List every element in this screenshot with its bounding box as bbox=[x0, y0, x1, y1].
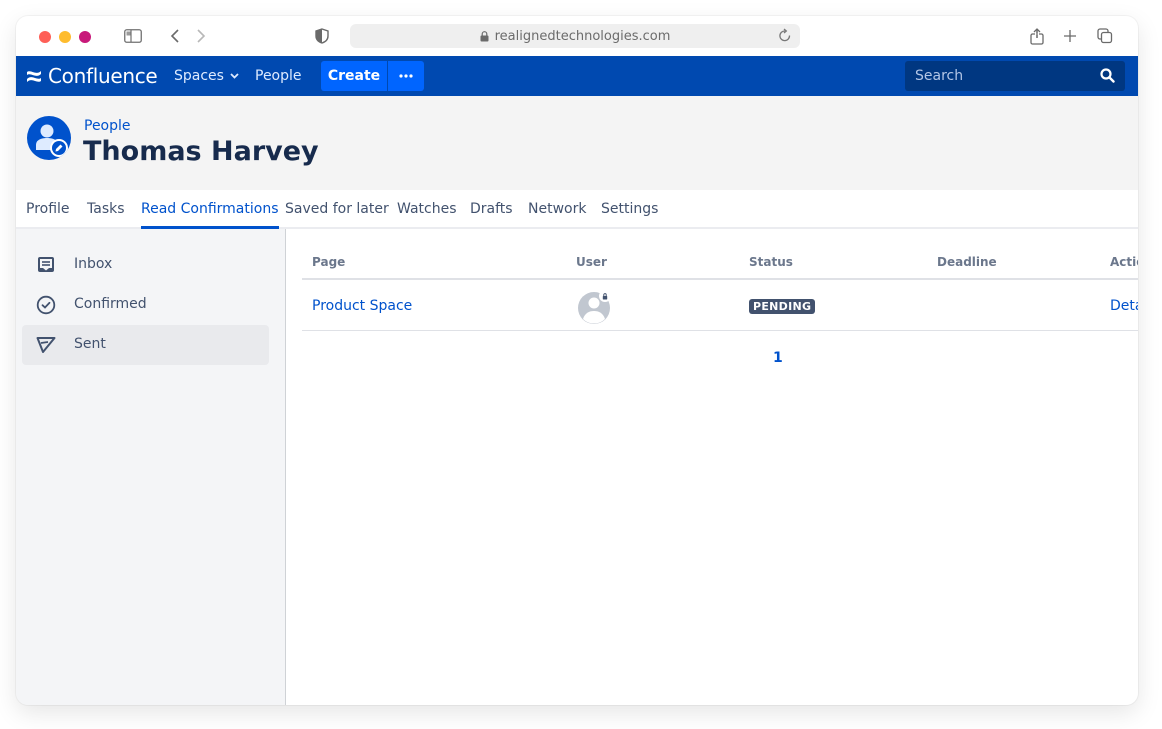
share-icon[interactable] bbox=[1030, 27, 1044, 45]
minimize-window-button[interactable] bbox=[59, 31, 71, 43]
url-text: realignedtechnologies.com bbox=[494, 28, 671, 44]
forward-icon[interactable] bbox=[196, 27, 206, 45]
page-title: Thomas Harvey bbox=[83, 136, 319, 167]
status-badge: PENDING bbox=[749, 299, 816, 314]
new-tab-icon[interactable] bbox=[1063, 27, 1077, 45]
lock-icon bbox=[602, 296, 608, 300]
header-divider bbox=[302, 278, 1138, 280]
search-input[interactable]: Search bbox=[905, 61, 1125, 91]
sidebar-item-label: Confirmed bbox=[74, 296, 147, 312]
more-create-options-button[interactable] bbox=[388, 61, 424, 91]
inbox-icon bbox=[36, 255, 56, 275]
column-header-user[interactable]: User bbox=[576, 255, 607, 269]
search-placeholder: Search bbox=[915, 68, 964, 84]
pagination-page-1[interactable]: 1 bbox=[773, 350, 783, 366]
lock-icon bbox=[480, 30, 489, 42]
tab-watches[interactable]: Watches bbox=[397, 201, 457, 226]
zoom-window-button[interactable] bbox=[79, 31, 91, 43]
confluence-logo[interactable]: Confluence bbox=[26, 64, 158, 88]
confluence-logo-icon bbox=[27, 70, 41, 82]
tab-profile[interactable]: Profile bbox=[26, 201, 70, 226]
people-link[interactable]: People bbox=[255, 68, 302, 84]
reload-icon[interactable] bbox=[778, 28, 792, 47]
details-link[interactable]: Deta bbox=[1110, 298, 1138, 314]
tab-tasks[interactable]: Tasks bbox=[87, 201, 125, 226]
spaces-menu[interactable]: Spaces bbox=[174, 68, 239, 84]
tab-settings[interactable]: Settings bbox=[601, 201, 658, 226]
back-icon[interactable] bbox=[170, 27, 180, 45]
sidebar-item-sent[interactable]: Sent bbox=[22, 325, 269, 365]
profile-header: People Thomas Harvey bbox=[16, 96, 1138, 190]
tab-read-confirmations[interactable]: Read Confirmations bbox=[141, 201, 279, 229]
profile-tabs: Profile Tasks Read Confirmations Saved f… bbox=[16, 190, 1138, 229]
tab-network[interactable]: Network bbox=[528, 201, 586, 226]
column-header-deadline[interactable]: Deadline bbox=[937, 255, 997, 269]
top-navigation: Confluence Spaces People Create Search bbox=[16, 56, 1138, 96]
breadcrumb-people[interactable]: People bbox=[84, 118, 131, 134]
product-name: Confluence bbox=[48, 64, 158, 88]
browser-toolbar: realignedtechnologies.com bbox=[16, 16, 1138, 56]
row-divider bbox=[302, 330, 1138, 331]
column-header-page[interactable]: Page bbox=[312, 255, 345, 269]
tab-drafts[interactable]: Drafts bbox=[470, 201, 513, 226]
browser-window: realignedtechnologies.com Confluence Spa… bbox=[16, 16, 1138, 705]
sidebar-item-confirmed[interactable]: Confirmed bbox=[22, 285, 269, 325]
column-header-status[interactable]: Status bbox=[749, 255, 793, 269]
sidebar-item-label: Inbox bbox=[74, 256, 113, 272]
address-bar[interactable]: realignedtechnologies.com bbox=[350, 24, 800, 48]
sidebar-item-inbox[interactable]: Inbox bbox=[22, 245, 269, 285]
column-header-actions[interactable]: Actio bbox=[1110, 255, 1138, 269]
read-confirmations-sidebar: Inbox Confirmed Sent bbox=[16, 229, 286, 705]
send-icon bbox=[36, 335, 56, 355]
user-avatar[interactable] bbox=[578, 290, 612, 324]
ellipsis-icon bbox=[399, 74, 413, 78]
profile-avatar[interactable] bbox=[27, 116, 71, 160]
spaces-label: Spaces bbox=[174, 68, 224, 84]
read-confirmations-table: Page User Status Deadline Actio Product … bbox=[286, 229, 1138, 705]
close-window-button[interactable] bbox=[39, 31, 51, 43]
page-link[interactable]: Product Space bbox=[312, 298, 412, 314]
create-button[interactable]: Create bbox=[321, 61, 387, 91]
sidebar-toggle-icon[interactable] bbox=[124, 27, 142, 45]
search-icon[interactable] bbox=[1100, 68, 1115, 87]
tab-overview-icon[interactable] bbox=[1097, 27, 1113, 45]
sidebar-item-label: Sent bbox=[74, 336, 106, 352]
tab-saved-for-later[interactable]: Saved for later bbox=[285, 201, 389, 226]
check-circle-icon bbox=[36, 295, 56, 315]
chevron-down-icon bbox=[230, 73, 239, 79]
privacy-shield-icon[interactable] bbox=[315, 27, 329, 45]
